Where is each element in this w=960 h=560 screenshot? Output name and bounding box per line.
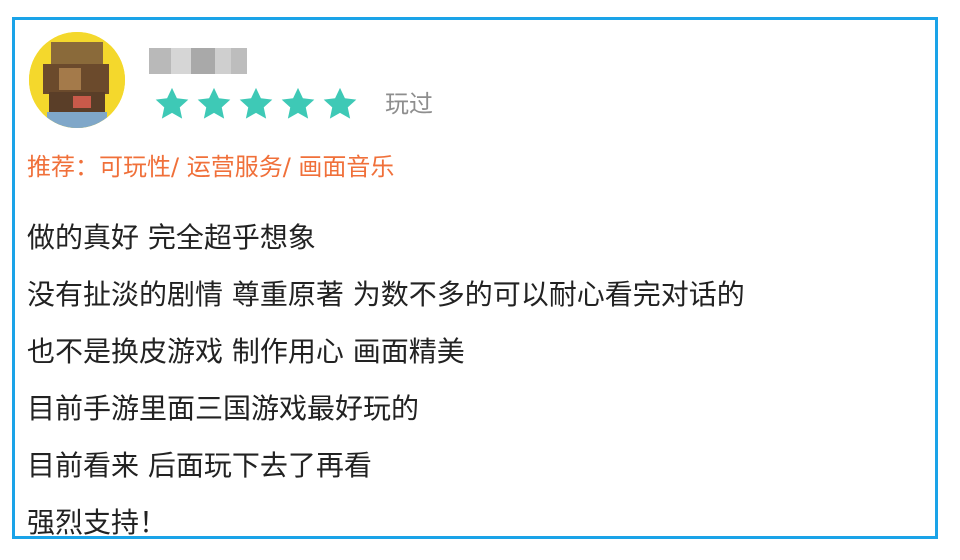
username-blur	[149, 48, 171, 74]
review-line: 做的真好 完全超乎想象	[27, 221, 316, 254]
star-icon	[281, 87, 315, 119]
review-line: 也不是换皮游戏 制作用心 画面精美	[27, 335, 465, 368]
star-icon	[197, 87, 231, 119]
star-rating: 玩过	[153, 84, 433, 124]
review-text: 做的真好 完全超乎想象 没有扯淡的剧情 尊重原著 为数不多的可以耐心看完对话的 …	[27, 218, 745, 560]
username[interactable]	[149, 48, 247, 74]
review-line: 没有扯淡的剧情 尊重原著 为数不多的可以耐心看完对话的	[27, 278, 745, 311]
star-icon	[155, 87, 189, 119]
review-card: 玩过 推荐：可玩性/ 运营服务/ 画面音乐 做的真好 完全超乎想象 没有扯淡的剧…	[12, 17, 938, 539]
recommend-tags: 推荐：可玩性/ 运营服务/ 画面音乐	[27, 153, 395, 181]
review-line: 目前看来 后面玩下去了再看	[27, 449, 372, 482]
star-icon	[323, 87, 357, 119]
star-icon	[239, 87, 273, 119]
review-line: 目前手游里面三国游戏最好玩的	[27, 392, 420, 425]
play-status: 玩过	[385, 90, 433, 118]
avatar[interactable]	[29, 32, 125, 128]
review-line: 强烈支持！	[27, 506, 168, 539]
